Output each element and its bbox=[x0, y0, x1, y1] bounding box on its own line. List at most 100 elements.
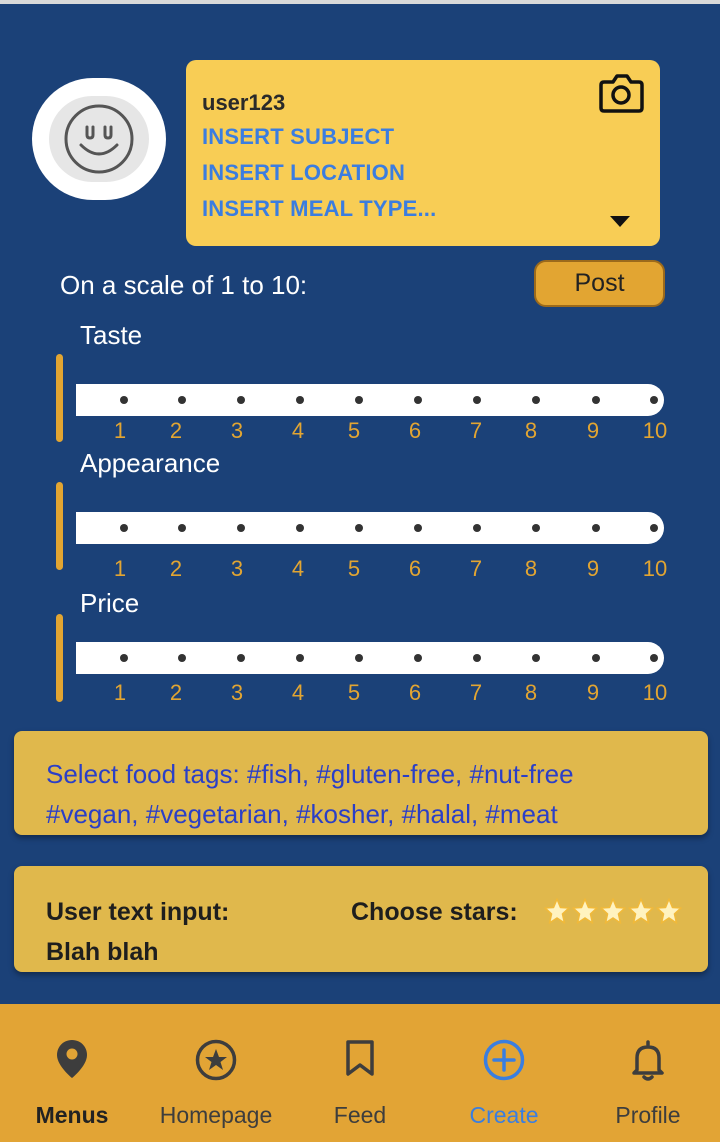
post-button[interactable]: Post bbox=[534, 260, 665, 307]
nav-label-feed: Feed bbox=[333, 1102, 387, 1128]
tick-label: 8 bbox=[524, 680, 538, 705]
slider-stop[interactable] bbox=[473, 524, 481, 532]
subject-field[interactable]: INSERT SUBJECT bbox=[202, 124, 394, 150]
star-icon[interactable] bbox=[544, 898, 570, 924]
tick-label: 10 bbox=[642, 556, 668, 581]
tick-label: 5 bbox=[347, 418, 361, 443]
tick-label: 1 bbox=[113, 418, 127, 443]
bottom-navigation: Menus Homepage Feed Create Profile bbox=[0, 1004, 720, 1142]
tick-label: 5 bbox=[347, 680, 361, 705]
plus-circle-icon bbox=[483, 1039, 525, 1081]
slider-stop[interactable] bbox=[532, 396, 540, 404]
user-input-label: User text input: bbox=[46, 898, 230, 926]
slider-stop[interactable] bbox=[532, 524, 540, 532]
slider-stop[interactable] bbox=[592, 524, 600, 532]
tick-label: 9 bbox=[586, 680, 600, 705]
slider-stop[interactable] bbox=[237, 396, 245, 404]
slider-stop[interactable] bbox=[296, 396, 304, 404]
scale-prompt: On a scale of 1 to 10: bbox=[60, 270, 308, 300]
tick-label: 5 bbox=[347, 556, 361, 581]
bookmark-icon bbox=[346, 1040, 374, 1076]
tick-label: 8 bbox=[524, 418, 538, 443]
appearance-slider[interactable] bbox=[76, 512, 664, 544]
slider-stop[interactable] bbox=[120, 654, 128, 662]
slider-stop[interactable] bbox=[355, 396, 363, 404]
slider-stop[interactable] bbox=[650, 654, 658, 662]
location-pin-icon bbox=[57, 1040, 87, 1078]
tick-label: 7 bbox=[469, 418, 483, 443]
meal-type-field[interactable]: INSERT MEAL TYPE... bbox=[202, 196, 436, 222]
price-title: Price bbox=[80, 588, 140, 618]
location-field[interactable]: INSERT LOCATION bbox=[202, 160, 405, 186]
bell-icon bbox=[632, 1040, 664, 1081]
tick-label: 4 bbox=[291, 556, 305, 581]
slider-stop[interactable] bbox=[473, 654, 481, 662]
user-input-box: User text input: Blah blah Choose stars: bbox=[14, 866, 708, 972]
slider-stop[interactable] bbox=[178, 524, 186, 532]
tick-label: 6 bbox=[408, 680, 422, 705]
slider-stop[interactable] bbox=[355, 524, 363, 532]
star-rating[interactable] bbox=[544, 898, 682, 924]
nav-item-homepage[interactable]: Homepage bbox=[144, 1004, 288, 1142]
chevron-down-icon[interactable] bbox=[610, 216, 630, 228]
slider-stop[interactable] bbox=[414, 396, 422, 404]
nav-item-feed[interactable]: Feed bbox=[288, 1004, 432, 1142]
nav-label-profile: Profile bbox=[615, 1102, 681, 1128]
slider-stop[interactable] bbox=[532, 654, 540, 662]
slider-stop[interactable] bbox=[296, 654, 304, 662]
price-slider[interactable] bbox=[76, 642, 664, 674]
tick-label: 10 bbox=[642, 418, 668, 443]
slider-stop[interactable] bbox=[237, 654, 245, 662]
slider-stop[interactable] bbox=[296, 524, 304, 532]
tick-label: 4 bbox=[291, 680, 305, 705]
star-icon[interactable] bbox=[656, 898, 682, 924]
slider-stop[interactable] bbox=[237, 524, 245, 532]
tick-label: 3 bbox=[230, 418, 244, 443]
tick-label: 3 bbox=[230, 556, 244, 581]
appearance-ticks: 1 2 3 4 5 6 7 8 9 10 bbox=[76, 556, 676, 584]
slider-stop[interactable] bbox=[473, 396, 481, 404]
taste-slider[interactable] bbox=[76, 384, 664, 416]
taste-accent-bar bbox=[56, 354, 63, 442]
tick-label: 7 bbox=[469, 556, 483, 581]
camera-icon[interactable] bbox=[598, 72, 644, 114]
star-icon[interactable] bbox=[600, 898, 626, 924]
price-ticks: 1 2 3 4 5 6 7 8 9 10 bbox=[76, 680, 676, 708]
slider-stop[interactable] bbox=[355, 654, 363, 662]
nav-item-profile[interactable]: Profile bbox=[576, 1004, 720, 1142]
nav-item-create[interactable]: Create bbox=[432, 1004, 576, 1142]
food-tags-line-2[interactable]: #vegan, #vegetarian, #kosher, #halal, #m… bbox=[46, 799, 558, 830]
avatar[interactable] bbox=[32, 78, 166, 200]
appearance-accent-bar bbox=[56, 482, 63, 570]
tick-label: 2 bbox=[169, 418, 183, 443]
slider-stop[interactable] bbox=[120, 524, 128, 532]
slider-stop[interactable] bbox=[414, 524, 422, 532]
tick-label: 6 bbox=[408, 556, 422, 581]
smiley-face-icon bbox=[49, 96, 149, 182]
nav-label-menus: Menus bbox=[35, 1102, 109, 1128]
food-tags-line-1[interactable]: Select food tags: #fish, #gluten-free, #… bbox=[46, 759, 574, 790]
slider-stop[interactable] bbox=[592, 654, 600, 662]
tick-label: 3 bbox=[230, 680, 244, 705]
slider-stop[interactable] bbox=[650, 524, 658, 532]
user-input-field[interactable]: Blah blah bbox=[46, 938, 159, 967]
slider-stop[interactable] bbox=[592, 396, 600, 404]
taste-title: Taste bbox=[80, 320, 143, 350]
slider-stop[interactable] bbox=[650, 396, 658, 404]
slider-stop[interactable] bbox=[120, 396, 128, 404]
tick-label: 9 bbox=[586, 418, 600, 443]
slider-stop[interactable] bbox=[414, 654, 422, 662]
food-tags-box[interactable]: Select food tags: #fish, #gluten-free, #… bbox=[14, 731, 708, 835]
tick-label: 10 bbox=[642, 680, 668, 705]
star-circle-icon bbox=[195, 1039, 237, 1081]
star-icon[interactable] bbox=[572, 898, 598, 924]
tick-label: 2 bbox=[169, 680, 183, 705]
nav-item-menus[interactable]: Menus bbox=[0, 1004, 144, 1142]
slider-stop[interactable] bbox=[178, 654, 186, 662]
tick-label: 8 bbox=[524, 556, 538, 581]
username: user123 bbox=[202, 90, 286, 115]
slider-stop[interactable] bbox=[178, 396, 186, 404]
star-icon[interactable] bbox=[628, 898, 654, 924]
tick-label: 6 bbox=[408, 418, 422, 443]
appearance-title: Appearance bbox=[80, 448, 221, 478]
